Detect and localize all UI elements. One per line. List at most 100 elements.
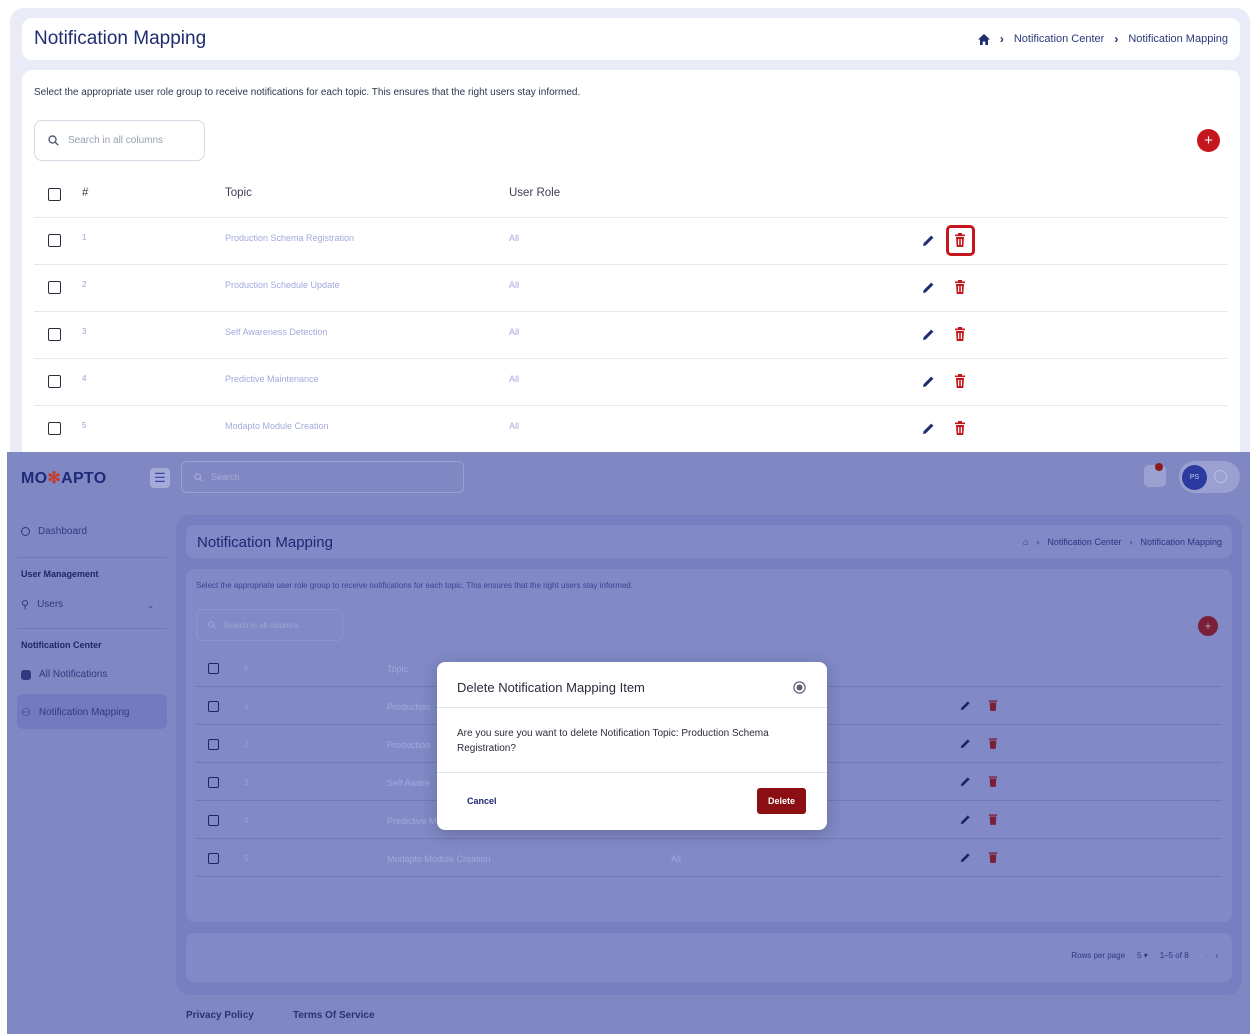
row-checkbox[interactable]: [48, 375, 61, 388]
row-number: 4: [82, 374, 87, 383]
breadcrumb: ⌂ › Notification Center › Notification M…: [1023, 537, 1222, 547]
app-logo[interactable]: MO✻APTO: [21, 468, 106, 488]
row-topic: Production: [387, 740, 431, 750]
page-header: Notification Mapping ⌂ › Notification Ce…: [186, 525, 1232, 558]
pagination-bar: Rows per page 5 ▾ 1–5 of 8 ‹ ›: [186, 933, 1232, 982]
edit-icon[interactable]: [922, 375, 935, 388]
sidebar-item-dashboard[interactable]: Dashboard: [21, 526, 87, 537]
divider: [437, 707, 827, 708]
avatar[interactable]: PS: [1182, 465, 1207, 490]
sidebar-section-user-management: User Management: [21, 569, 99, 579]
row-checkbox[interactable]: [208, 777, 219, 788]
row-role: All: [509, 280, 520, 290]
column-header-topic[interactable]: Topic: [225, 187, 252, 199]
bell-icon: [21, 669, 31, 680]
delete-icon[interactable]: [988, 737, 998, 749]
close-icon[interactable]: [793, 681, 806, 694]
global-search-input[interactable]: Search: [181, 461, 464, 493]
edit-icon[interactable]: [922, 422, 935, 435]
home-icon[interactable]: [977, 33, 990, 45]
breadcrumb-notification-mapping: Notification Mapping: [1128, 33, 1228, 45]
delete-button[interactable]: Delete: [757, 788, 806, 814]
edit-icon[interactable]: [960, 814, 971, 825]
table-row: 5 Modapto Module Creation All: [196, 839, 1222, 877]
row-checkbox[interactable]: [48, 281, 61, 294]
logo-text-right: APTO: [61, 470, 107, 487]
gear-icon[interactable]: [1214, 470, 1227, 483]
add-mapping-button[interactable]: +: [1197, 129, 1220, 152]
rows-per-page-select[interactable]: 5 ▾: [1137, 951, 1148, 960]
terms-of-service-link[interactable]: Terms Of Service: [293, 1010, 375, 1021]
delete-icon[interactable]: [988, 699, 998, 711]
chevron-right-icon: ›: [999, 32, 1004, 46]
delete-icon[interactable]: [954, 280, 966, 294]
search-input[interactable]: Search in all columns: [34, 120, 205, 161]
sidebar-item-users[interactable]: ⚲ Users: [21, 598, 63, 611]
select-all-checkbox[interactable]: [208, 663, 219, 674]
row-checkbox[interactable]: [48, 234, 61, 247]
row-role: All: [509, 421, 520, 431]
edit-icon[interactable]: [922, 328, 935, 341]
global-search-placeholder: Search: [211, 472, 240, 482]
edit-icon[interactable]: [960, 738, 971, 749]
delete-icon[interactable]: [954, 374, 966, 388]
column-header-topic[interactable]: Topic: [387, 664, 408, 674]
top-navbar: MO✻APTO ☰ Search PS: [7, 452, 1250, 502]
column-header-num[interactable]: #: [244, 664, 248, 673]
breadcrumb-notification-center[interactable]: Notification Center: [1047, 537, 1121, 547]
row-checkbox[interactable]: [208, 701, 219, 712]
chevron-down-icon[interactable]: ⌄: [147, 600, 155, 611]
row-number: 5: [244, 854, 249, 863]
delete-icon[interactable]: [988, 851, 998, 863]
search-input[interactable]: Search in all columns: [196, 609, 343, 641]
sidebar-item-notification-mapping[interactable]: ⚇ Notification Mapping: [21, 706, 129, 719]
privacy-policy-link[interactable]: Privacy Policy: [186, 1010, 254, 1021]
row-topic: Production Schedule Update: [225, 280, 340, 290]
row-number: 3: [244, 778, 249, 787]
home-icon[interactable]: ⌂: [1023, 537, 1028, 547]
row-topic: Predictive Maintenance: [225, 374, 319, 384]
delete-icon[interactable]: [954, 327, 966, 341]
delete-icon[interactable]: [954, 421, 966, 435]
chevron-right-icon: ›: [1114, 32, 1119, 46]
row-checkbox[interactable]: [48, 422, 61, 435]
divider: [17, 628, 167, 629]
menu-toggle-button[interactable]: ☰: [150, 468, 170, 488]
delete-confirmation-modal: Delete Notification Mapping Item Are you…: [437, 662, 827, 830]
breadcrumb: › Notification Center › Notification Map…: [977, 32, 1228, 46]
edit-icon[interactable]: [922, 281, 935, 294]
column-header-user-role[interactable]: User Role: [509, 187, 560, 199]
cancel-button[interactable]: Cancel: [467, 796, 497, 806]
row-checkbox[interactable]: [208, 815, 219, 826]
add-mapping-button[interactable]: +: [1198, 616, 1218, 636]
row-checkbox[interactable]: [48, 328, 61, 341]
modal-title: Delete Notification Mapping Item: [457, 680, 645, 695]
edit-icon[interactable]: [922, 234, 935, 247]
sidebar-item-all-notifications[interactable]: All Notifications: [21, 669, 107, 680]
pagination: Rows per page 5 ▾ 1–5 of 8 ‹ ›: [1071, 951, 1218, 960]
edit-icon[interactable]: [960, 852, 971, 863]
prev-page-icon[interactable]: ‹: [1201, 951, 1204, 960]
column-header-num[interactable]: #: [82, 187, 88, 199]
page-description: Select the appropriate user role group t…: [34, 87, 581, 98]
search-placeholder: Search in all columns: [68, 135, 164, 146]
select-all-checkbox[interactable]: [48, 188, 61, 201]
next-page-icon[interactable]: ›: [1215, 951, 1218, 960]
row-number: 1: [244, 702, 249, 711]
page-header: Notification Mapping › Notification Cent…: [22, 18, 1240, 60]
row-checkbox[interactable]: [208, 739, 219, 750]
row-role: All: [509, 374, 520, 384]
sidebar-item-label: Notification Mapping: [38, 707, 130, 718]
delete-icon[interactable]: [988, 775, 998, 787]
row-checkbox[interactable]: [208, 853, 219, 864]
breadcrumb-notification-center[interactable]: Notification Center: [1014, 33, 1105, 45]
rows-per-page-value: 5: [1137, 951, 1142, 960]
row-topic: Production: [387, 702, 431, 712]
sidebar-item-label: Dashboard: [38, 526, 87, 537]
row-number: 2: [82, 280, 87, 289]
delete-icon[interactable]: [988, 813, 998, 825]
edit-icon[interactable]: [960, 776, 971, 787]
edit-icon[interactable]: [960, 700, 971, 711]
search-icon: [208, 621, 216, 629]
delete-icon[interactable]: [954, 233, 966, 247]
